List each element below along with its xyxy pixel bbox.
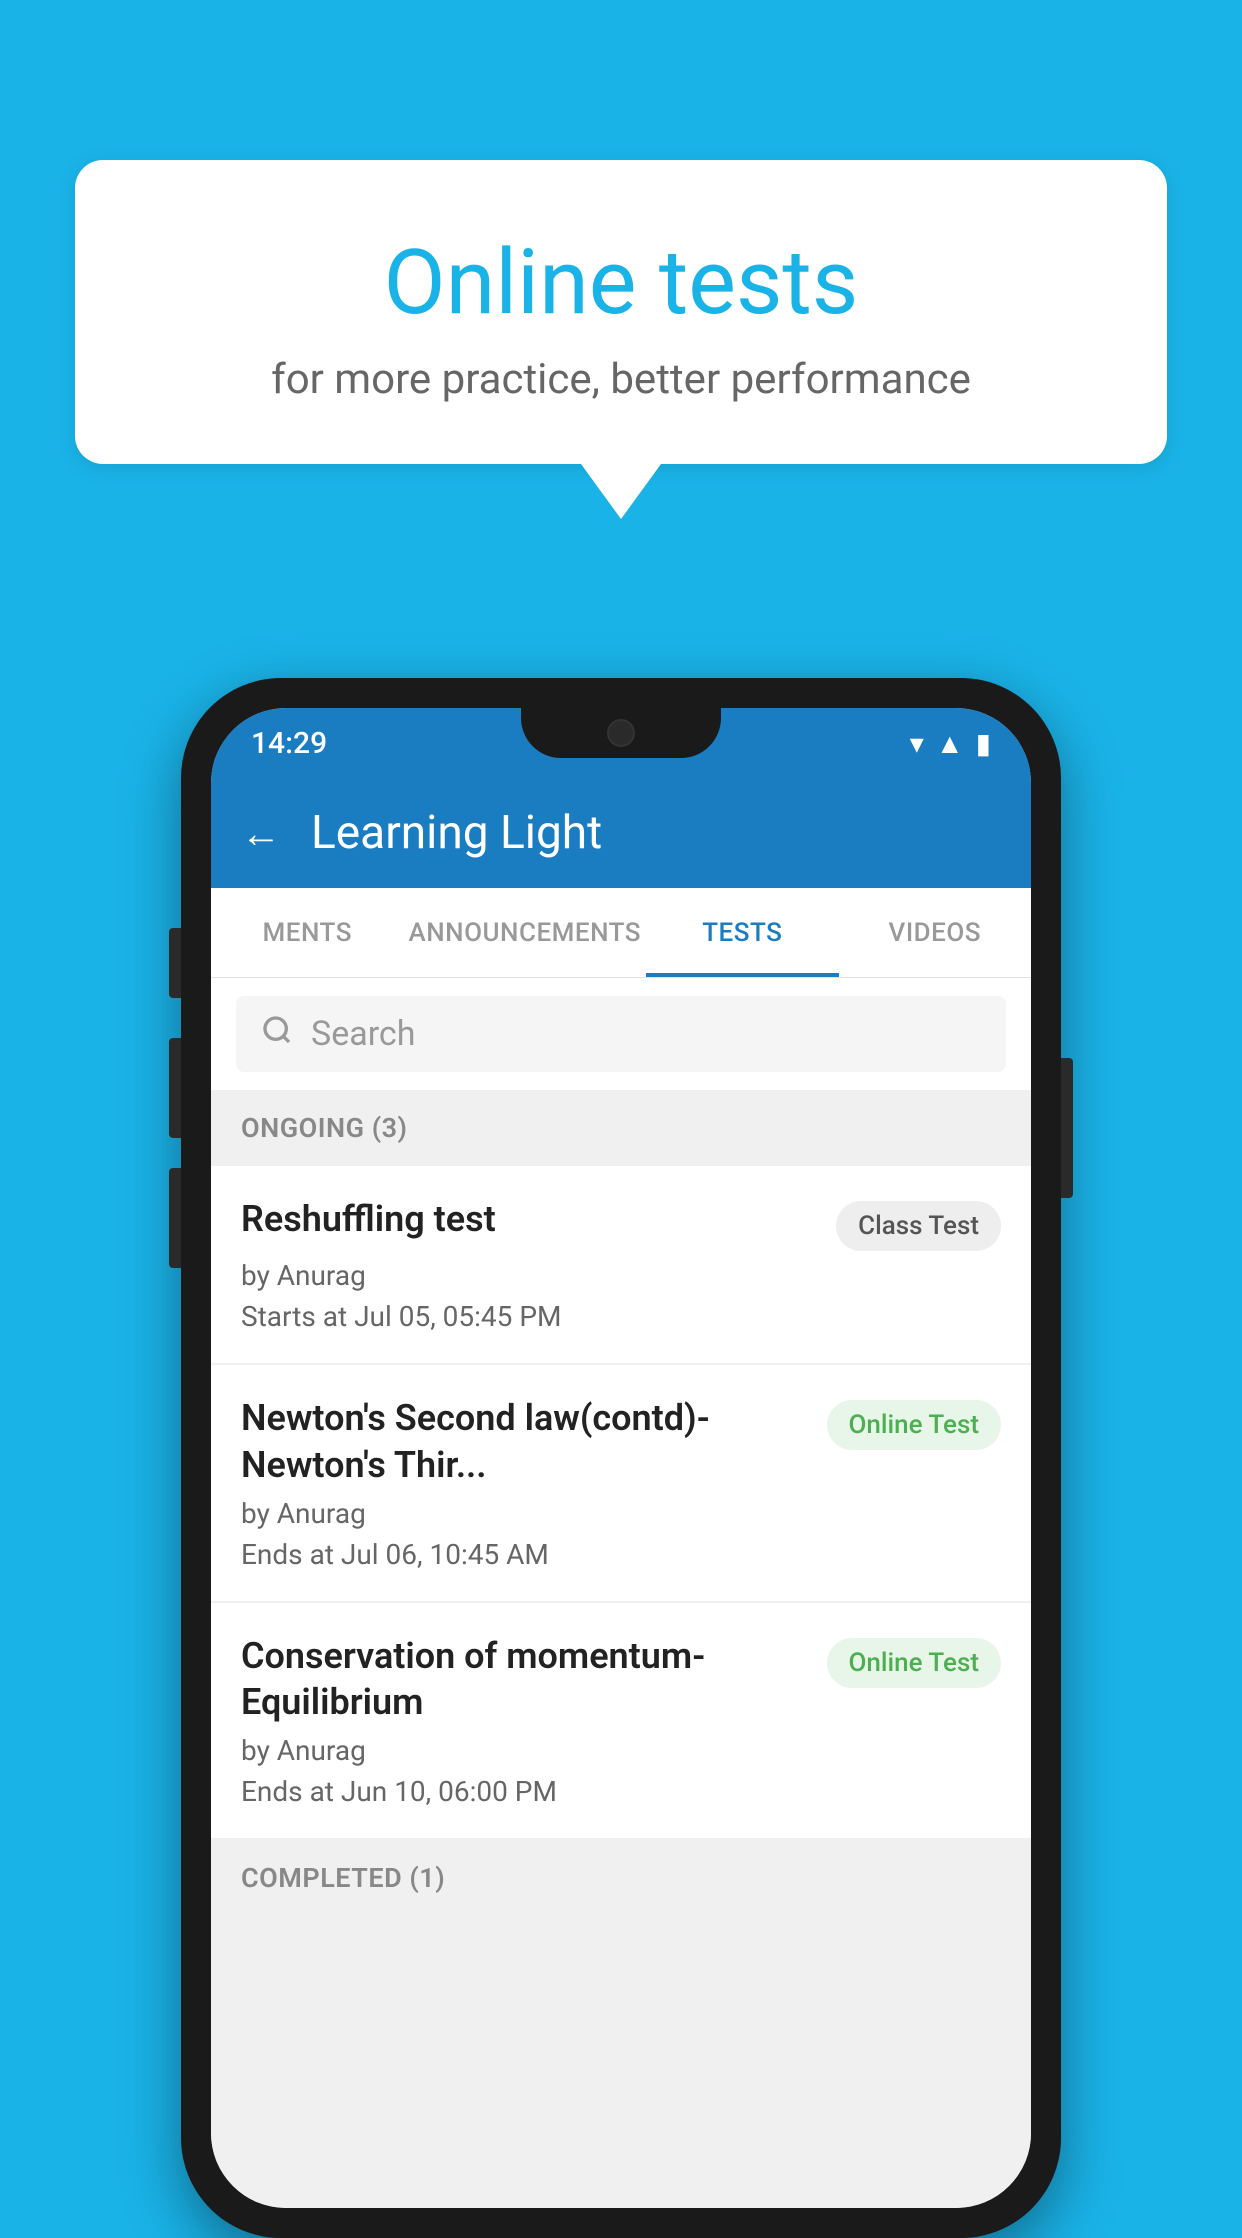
app-bar: ← Learning Light	[211, 778, 1031, 888]
test-title-conservation: Conservation of momentum-Equilibrium	[241, 1633, 827, 1727]
test-card-top: Reshuffling test Class Test	[241, 1196, 1001, 1251]
search-input-wrapper[interactable]: Search	[236, 996, 1006, 1072]
tabs-bar: MENTS ANNOUNCEMENTS TESTS VIDEOS	[211, 888, 1031, 978]
test-date-newtons: Ends at Jul 06, 10:45 AM	[241, 1538, 1001, 1571]
test-badge-class: Class Test	[836, 1201, 1001, 1251]
back-button[interactable]: ←	[241, 810, 281, 857]
test-date-conservation: Ends at Jun 10, 06:00 PM	[241, 1775, 1001, 1808]
tab-tests[interactable]: TESTS	[646, 888, 838, 977]
speech-bubble-wrapper: Online tests for more practice, better p…	[75, 160, 1167, 519]
signal-icon: ▲	[936, 727, 964, 760]
app-title: Learning Light	[311, 806, 602, 860]
bubble-arrow	[581, 464, 661, 519]
test-author-reshuffling: by Anurag	[241, 1259, 1001, 1292]
speech-bubble: Online tests for more practice, better p…	[75, 160, 1167, 464]
test-author-newtons: by Anurag	[241, 1497, 1001, 1530]
search-icon	[261, 1014, 293, 1054]
test-card-reshuffling[interactable]: Reshuffling test Class Test by Anurag St…	[211, 1166, 1031, 1363]
phone-camera	[607, 719, 635, 747]
test-date-reshuffling: Starts at Jul 05, 05:45 PM	[241, 1300, 1001, 1333]
search-placeholder: Search	[311, 1014, 415, 1054]
phone-notch	[521, 708, 721, 758]
status-time: 14:29	[251, 726, 327, 761]
content-area: ONGOING (3) Reshuffling test Class Test …	[211, 1090, 1031, 2208]
phone-frame: 14:29 ▾ ▲ ▮ ← Learning Light MENTS ANNOU…	[181, 678, 1061, 2238]
phone-volume-down	[169, 1038, 181, 1138]
battery-icon: ▮	[976, 727, 991, 760]
bubble-title: Online tests	[135, 230, 1107, 335]
test-badge-online-newtons: Online Test	[827, 1400, 1002, 1450]
test-author-conservation: by Anurag	[241, 1734, 1001, 1767]
test-title-newtons: Newton's Second law(contd)-Newton's Thir…	[241, 1395, 827, 1489]
tab-announcements[interactable]: ANNOUNCEMENTS	[403, 888, 646, 977]
search-container: Search	[211, 978, 1031, 1090]
ongoing-section-header: ONGOING (3)	[211, 1090, 1031, 1166]
test-badge-online-conservation: Online Test	[827, 1638, 1002, 1688]
phone-screen: 14:29 ▾ ▲ ▮ ← Learning Light MENTS ANNOU…	[211, 708, 1031, 2208]
bubble-subtitle: for more practice, better performance	[135, 355, 1107, 404]
phone-power-button	[1061, 1058, 1073, 1198]
test-card-conservation[interactable]: Conservation of momentum-Equilibrium Onl…	[211, 1603, 1031, 1839]
completed-section-header: COMPLETED (1)	[211, 1840, 1031, 1916]
status-icons: ▾ ▲ ▮	[910, 727, 991, 760]
phone-volume-down-2	[169, 1168, 181, 1268]
test-title-reshuffling: Reshuffling test	[241, 1196, 836, 1243]
wifi-icon: ▾	[910, 727, 924, 760]
test-card-top-newtons: Newton's Second law(contd)-Newton's Thir…	[241, 1395, 1001, 1489]
test-card-newtons[interactable]: Newton's Second law(contd)-Newton's Thir…	[211, 1365, 1031, 1601]
test-card-top-conservation: Conservation of momentum-Equilibrium Onl…	[241, 1633, 1001, 1727]
tab-videos[interactable]: VIDEOS	[839, 888, 1031, 977]
tab-ments[interactable]: MENTS	[211, 888, 403, 977]
phone-volume-up	[169, 928, 181, 998]
